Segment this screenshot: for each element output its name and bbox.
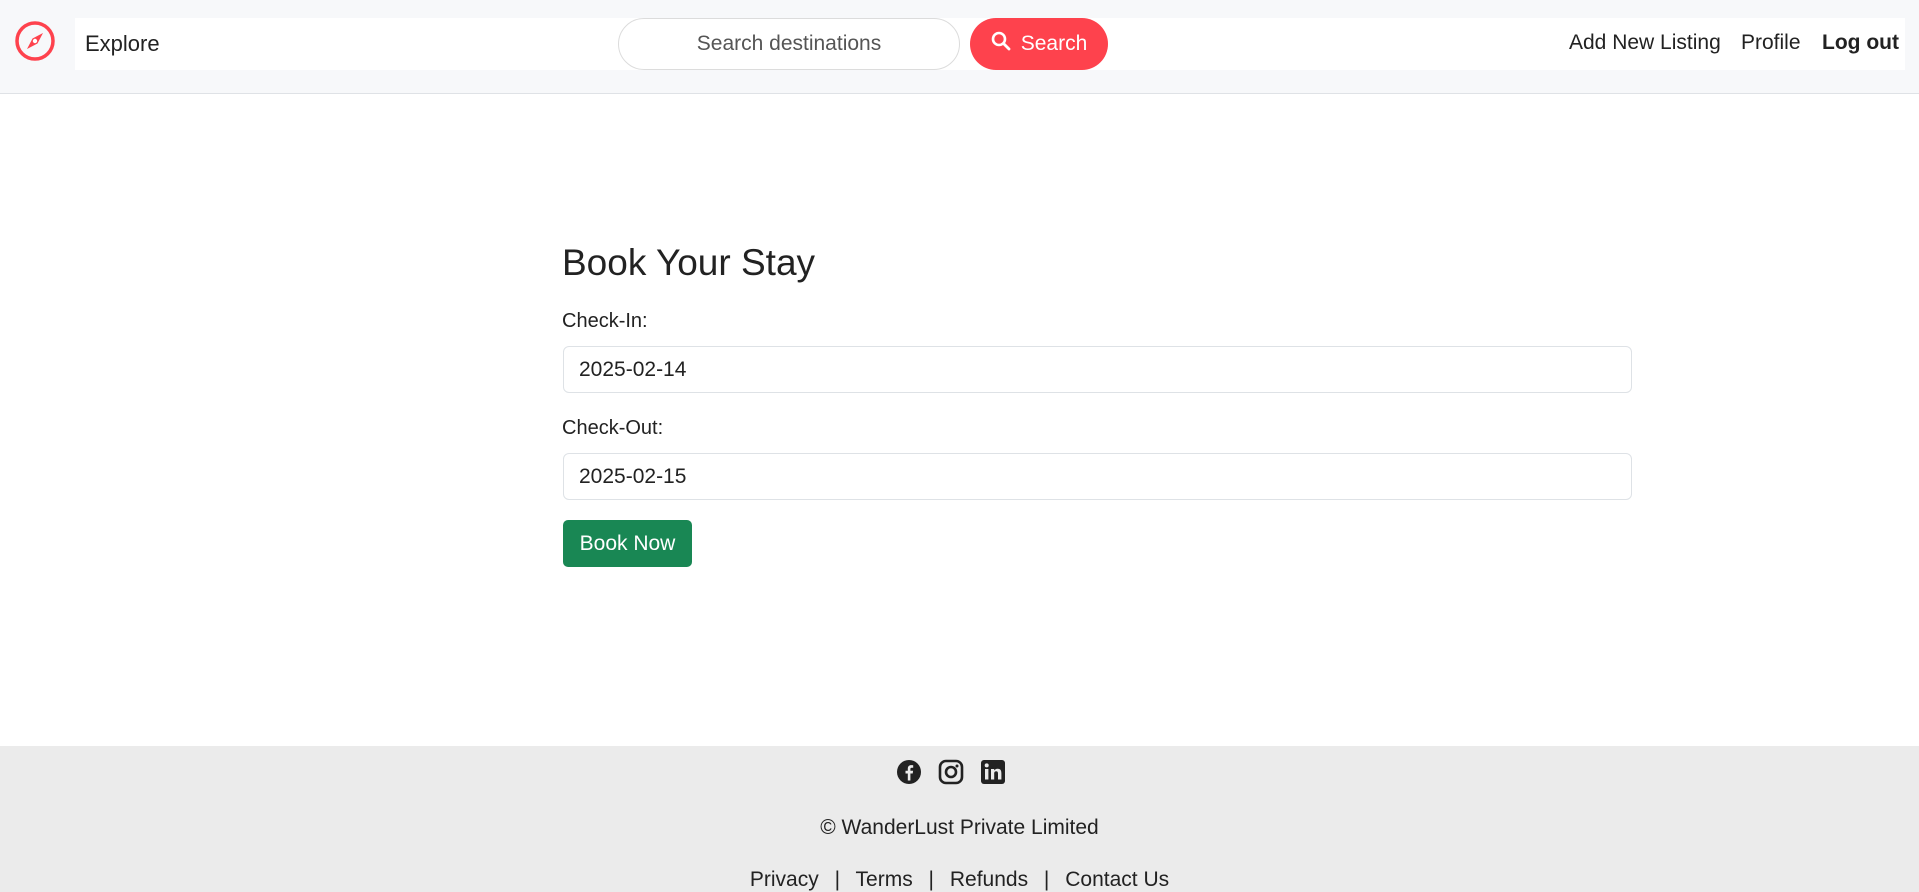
facebook-icon[interactable]: [896, 759, 922, 785]
navbar: Explore Search Add New Listing Profile L…: [0, 0, 1919, 94]
book-now-button[interactable]: Book Now: [563, 520, 692, 567]
check-in-label: Check-In:: [562, 310, 648, 332]
instagram-icon[interactable]: [938, 759, 964, 785]
nav-explore-link[interactable]: Explore: [85, 31, 160, 57]
footer: © WanderLust Private Limited Privacy | T…: [0, 746, 1919, 892]
footer-link-refunds[interactable]: Refunds: [950, 868, 1028, 891]
search-button[interactable]: Search: [970, 18, 1108, 70]
check-out-field[interactable]: [563, 453, 1632, 500]
footer-separator: |: [1043, 868, 1050, 891]
footer-links: Privacy | Terms | Refunds | Contact Us: [0, 868, 1919, 892]
logout-link[interactable]: Log out: [1822, 31, 1899, 55]
search-input[interactable]: [618, 18, 960, 70]
social-links: [0, 759, 1919, 787]
copyright-text: © WanderLust Private Limited: [820, 816, 1099, 839]
footer-separator: |: [928, 868, 935, 891]
footer-link-terms[interactable]: Terms: [856, 868, 913, 891]
add-new-listing-link[interactable]: Add New Listing: [1569, 31, 1721, 55]
footer-link-contact[interactable]: Contact Us: [1065, 868, 1169, 891]
page-title: Book Your Stay: [562, 242, 816, 283]
check-out-label: Check-Out:: [562, 417, 664, 439]
footer-link-privacy[interactable]: Privacy: [750, 868, 819, 891]
search-icon: [991, 31, 1011, 57]
compass-icon[interactable]: [14, 20, 56, 62]
check-in-field[interactable]: [563, 346, 1632, 393]
footer-separator: |: [834, 868, 841, 891]
profile-link[interactable]: Profile: [1741, 31, 1801, 55]
search-button-label: Search: [1020, 32, 1088, 55]
linkedin-icon[interactable]: [980, 759, 1006, 785]
